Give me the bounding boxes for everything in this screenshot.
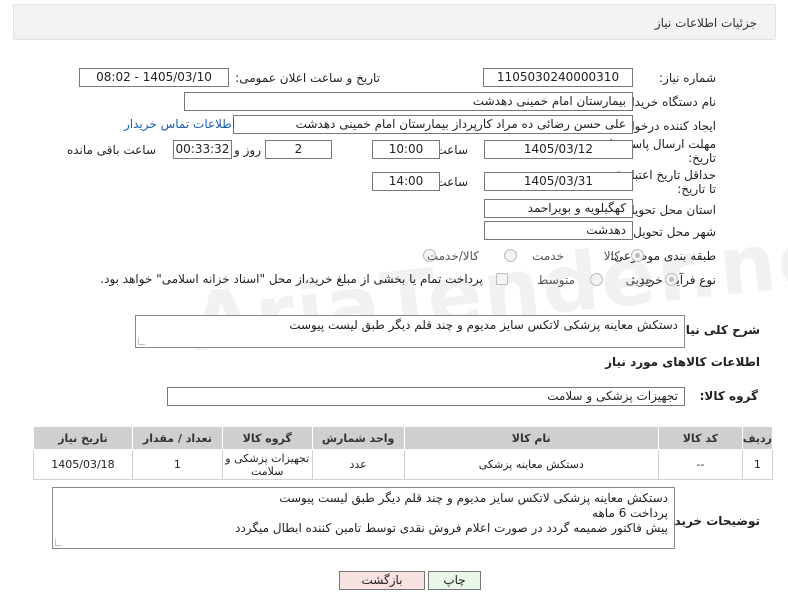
buyer-notes-line-2: پرداخت 6 ماهه xyxy=(592,506,668,520)
need-number-label: شماره نیاز: xyxy=(659,71,716,85)
resize-grip-icon[interactable] xyxy=(55,539,62,546)
announce-datetime-field[interactable]: 1405/03/10 - 08:02 xyxy=(79,68,229,87)
header-panel: جزئیات اطلاعات نیاز xyxy=(13,4,776,40)
buyer-contact-link[interactable]: اطلاعات تماس خریدار xyxy=(124,117,235,131)
category-label: طبقه بندی موضوعی: xyxy=(609,249,716,263)
description-label: شرح کلی نیاز: xyxy=(674,323,760,337)
cell-qty: 1 xyxy=(131,449,223,480)
col-header-name: نام کالا xyxy=(403,426,659,450)
col-header-unit: واحد شمارش xyxy=(311,426,405,450)
goods-table: ردیف کد کالا نام کالا واحد شمارش گروه کا… xyxy=(33,426,774,480)
col-header-row: ردیف xyxy=(741,426,774,450)
delivery-province-field[interactable]: کهگیلویه و بویراحمد xyxy=(484,199,633,218)
buyer-org-label: نام دستگاه خریدار: xyxy=(621,95,717,109)
buyer-notes-line-1: دستکش معاینه پزشکی لاتکس سایز مدیوم و چن… xyxy=(279,491,668,505)
col-header-group: گروه کالا xyxy=(221,426,313,450)
back-button[interactable]: بازگشت xyxy=(339,571,425,590)
remaining-time-field[interactable]: 00:33:32 xyxy=(173,140,232,159)
days-and-label: روز و xyxy=(234,143,261,157)
cell-row: 1 xyxy=(741,449,774,480)
category-service-radio[interactable] xyxy=(504,249,517,262)
col-header-code: کد کالا xyxy=(657,426,743,450)
validity-date-field[interactable]: 1405/03/31 xyxy=(484,172,633,191)
description-textarea[interactable]: دستکش معاینه پزشکی لاتکس سایز مدیوم و چن… xyxy=(135,315,685,348)
treasury-note: پرداخت تمام یا بخشی از مبلغ خرید،از محل … xyxy=(100,272,483,286)
price-validity-label-2: تا تاریخ: xyxy=(677,182,716,196)
reply-time-field[interactable]: 10:00 xyxy=(372,140,440,159)
process-medium-radio[interactable] xyxy=(590,273,603,286)
print-button[interactable]: چاپ xyxy=(428,571,481,590)
process-minor-radio[interactable] xyxy=(665,273,678,286)
goods-group-label: گروه کالا: xyxy=(699,389,758,403)
delivery-province-label: استان محل تحویل: xyxy=(621,203,716,217)
delivery-city-field[interactable]: دهدشت xyxy=(484,221,633,240)
reply-days-field[interactable]: 2 xyxy=(265,140,332,159)
cell-name: دستکش معاینه پزشکی xyxy=(403,449,659,480)
validity-time-label: ساعت xyxy=(435,175,468,189)
buyer-notes-line-3: پیش فاکتور ضمیمه گردد در صورت اعلام فروش… xyxy=(235,521,668,535)
col-header-qty: تعداد / مقدار xyxy=(131,426,223,450)
category-goods-radio[interactable] xyxy=(631,249,644,262)
process-medium-label: متوسط xyxy=(537,273,575,287)
delivery-city-label: شهر محل تحویل: xyxy=(629,225,716,239)
reply-date-field[interactable]: 1405/03/12 xyxy=(484,140,633,159)
time-remaining-label: ساعت باقی مانده xyxy=(66,143,156,157)
announce-datetime-label: تاریخ و ساعت اعلان عمومی: xyxy=(235,71,380,85)
need-number-field[interactable]: 1105030240000310 xyxy=(483,68,633,87)
reply-time-label: ساعت xyxy=(435,143,468,157)
cell-group: تجهیزات پزشکی و سلامت xyxy=(221,449,313,480)
goods-info-heading: اطلاعات کالاهای مورد نیاز xyxy=(605,355,760,369)
page-title: جزئیات اطلاعات نیاز xyxy=(654,16,757,30)
validity-time-field[interactable]: 14:00 xyxy=(372,172,440,191)
cell-date: 1405/03/18 xyxy=(33,449,133,480)
buyer-org-field[interactable]: بیمارستان امام خمینی دهدشت xyxy=(184,92,633,111)
reply-deadline-label-2: تاریخ: xyxy=(688,151,716,165)
category-service-label: خدمت xyxy=(532,249,564,263)
cell-unit: عدد xyxy=(311,449,405,480)
creator-field[interactable]: علی حسن رضائی ده مراد کارپرداز بیمارستان… xyxy=(233,115,633,134)
treasury-checkbox[interactable] xyxy=(496,273,508,285)
cell-code: -- xyxy=(657,449,743,480)
category-goods-label: کالا xyxy=(603,249,620,263)
process-minor-label: جزیی xyxy=(625,273,653,287)
col-header-date: تاریخ نیاز xyxy=(33,426,133,450)
goods-group-field[interactable]: تجهیزات پزشکی و سلامت xyxy=(167,387,685,406)
table-row[interactable]: 1 -- دستکش معاینه پزشکی عدد تجهیزات پزشک… xyxy=(33,449,774,480)
description-text: دستکش معاینه پزشکی لاتکس سایز مدیوم و چن… xyxy=(289,318,678,332)
table-header-row: ردیف کد کالا نام کالا واحد شمارش گروه کا… xyxy=(33,426,774,450)
category-goods-service-label: کالا/خدمت xyxy=(426,249,479,263)
buyer-notes-textarea[interactable]: دستکش معاینه پزشکی لاتکس سایز مدیوم و چن… xyxy=(52,487,675,549)
resize-grip-icon[interactable] xyxy=(138,338,145,345)
